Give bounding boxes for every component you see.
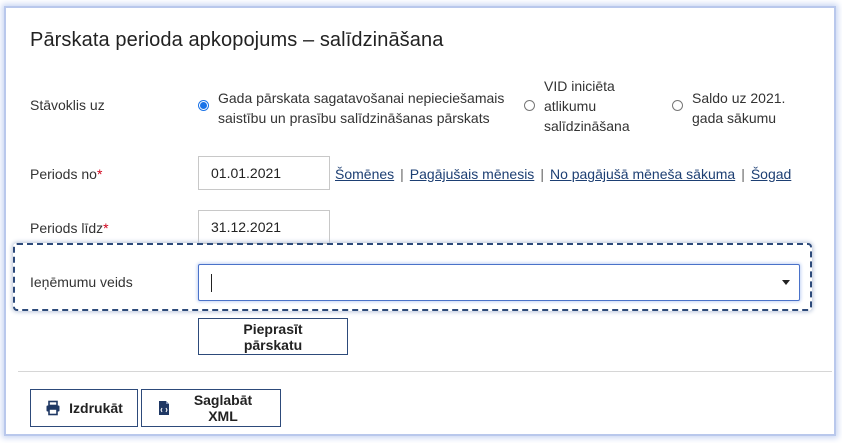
chevron-down-icon[interactable] bbox=[782, 280, 790, 285]
link-separator: | bbox=[400, 166, 404, 182]
status-option-annual-line2: saistību un prasību salīdzināšanas pārsk… bbox=[218, 110, 490, 126]
status-option-vid-line1: VID iniciēta bbox=[544, 78, 615, 94]
status-option-vid-label: VID iniciēta atlikumu salīdzināšana bbox=[544, 76, 630, 136]
period-from-label-text: Periods no bbox=[30, 166, 97, 182]
text-cursor bbox=[211, 274, 212, 292]
radio-unchecked[interactable] bbox=[672, 100, 683, 111]
divider bbox=[18, 371, 832, 372]
status-option-saldo[interactable]: Saldo uz 2021. gada sākumu bbox=[672, 88, 785, 128]
radio-unchecked[interactable] bbox=[524, 100, 535, 111]
status-option-vid[interactable]: VID iniciēta atlikumu salīdzināšana bbox=[524, 76, 630, 136]
period-to-input[interactable]: 31.12.2021 bbox=[198, 210, 330, 244]
period-from-input[interactable]: 01.01.2021 bbox=[198, 156, 330, 190]
link-separator: | bbox=[741, 166, 745, 182]
quick-period-links: Šomēnes | Pagājušais mēnesis | No pagāju… bbox=[335, 166, 791, 182]
save-xml-button-label: Saglabāt XML bbox=[193, 392, 253, 424]
status-option-annual-label: Gada pārskata sagatavošanai nepieciešama… bbox=[218, 88, 504, 128]
link-this-month[interactable]: Šomēnes bbox=[335, 166, 394, 182]
link-this-year[interactable]: Šogad bbox=[751, 166, 791, 182]
status-label: Stāvoklis uz bbox=[30, 97, 105, 113]
link-since-last-month[interactable]: No pagājušā mēneša sākuma bbox=[550, 166, 735, 182]
revenue-type-label: Ieņēmumu veids bbox=[30, 274, 133, 290]
save-xml-button[interactable]: Saglabāt XML bbox=[141, 389, 281, 427]
status-option-annual[interactable]: Gada pārskata sagatavošanai nepieciešama… bbox=[198, 88, 504, 128]
xml-file-icon bbox=[156, 400, 172, 416]
status-option-saldo-label: Saldo uz 2021. gada sākumu bbox=[692, 88, 785, 128]
status-option-vid-line3: salīdzināšana bbox=[544, 118, 630, 134]
required-mark: * bbox=[103, 220, 109, 236]
revenue-type-select[interactable] bbox=[198, 264, 800, 301]
period-to-label-text: Periods līdz bbox=[30, 220, 104, 236]
radio-checked[interactable] bbox=[198, 100, 209, 111]
status-option-annual-line1: Gada pārskata sagatavošanai nepieciešama… bbox=[218, 90, 505, 106]
printer-icon bbox=[45, 400, 61, 416]
request-report-button[interactable]: Pieprasīt pārskatu bbox=[198, 318, 348, 355]
period-to-label: Periods līdz* bbox=[30, 220, 109, 236]
required-mark: * bbox=[96, 166, 103, 182]
status-option-saldo-line1: Saldo uz 2021. bbox=[692, 90, 786, 106]
link-separator: | bbox=[540, 166, 544, 182]
status-option-vid-line2: atlikumu bbox=[544, 98, 597, 114]
status-option-saldo-line2: gada sākumu bbox=[692, 110, 777, 126]
link-last-month[interactable]: Pagājušais mēnesis bbox=[410, 166, 535, 182]
print-button[interactable]: Izdrukāt bbox=[30, 389, 138, 427]
page-title: Pārskata perioda apkopojums – salīdzināš… bbox=[30, 29, 444, 51]
print-button-label: Izdrukāt bbox=[69, 400, 123, 416]
period-from-label: Periods no* bbox=[30, 166, 102, 182]
